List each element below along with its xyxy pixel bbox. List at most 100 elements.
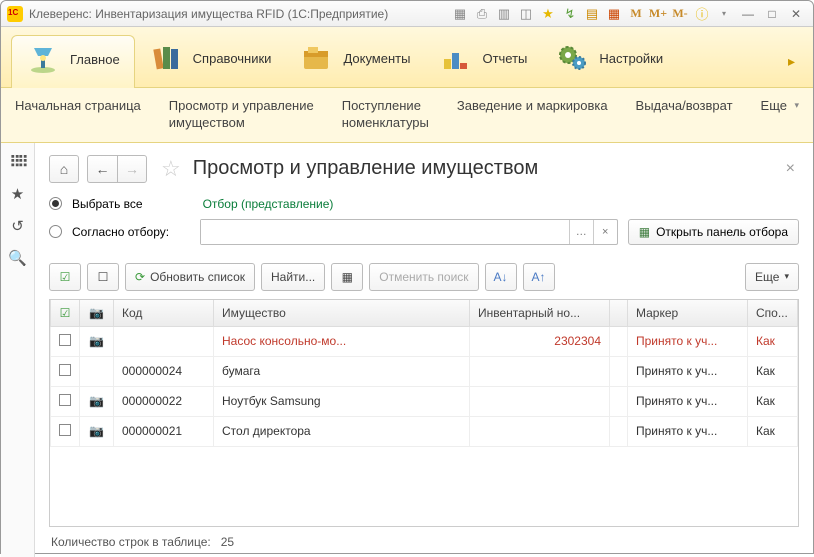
subnav-browse[interactable]: Просмотр и управление имуществом xyxy=(169,98,314,132)
tab-documents[interactable]: Документы xyxy=(285,35,424,87)
row-checkbox[interactable] xyxy=(59,424,71,436)
titlebar: Клеверенс: Инвентаризация имущества RFID… xyxy=(1,1,813,27)
row-name: Насос консольно-мо... xyxy=(214,326,470,356)
filter-input-group: … × xyxy=(200,219,618,245)
grid-header-row: ☑ 📷 Код Имущество Инвентарный но... Марк… xyxy=(51,300,798,327)
filter-area: Выбрать все Отбор (представление) Соглас… xyxy=(49,197,799,253)
toolbar-calc-icon[interactable]: ▤ xyxy=(583,5,601,23)
find-button[interactable]: Найти... xyxy=(261,263,325,291)
col-method[interactable]: Спо... xyxy=(748,300,798,327)
subnav-create[interactable]: Заведение и маркировка xyxy=(457,98,608,115)
row-inventory xyxy=(470,416,610,446)
sort-asc-button[interactable]: A↓ xyxy=(485,263,517,291)
table-row[interactable]: 000000024бумагаПринято к уч...Как xyxy=(51,356,798,386)
grid-settings-button[interactable]: ▦ xyxy=(331,263,363,291)
sort-desc-button[interactable]: A↑ xyxy=(523,263,555,291)
toolbar: ☑ ☐ ⟳ Обновить список Найти... ▦ Отменит… xyxy=(49,263,799,291)
row-marker: Принято к уч... xyxy=(628,326,748,356)
row-checkbox[interactable] xyxy=(59,334,71,346)
col-code[interactable]: Код xyxy=(114,300,214,327)
more-actions-button[interactable]: Еще ▾ xyxy=(745,263,799,291)
footer-label: Количество строк в таблице: xyxy=(51,535,211,549)
col-marker[interactable]: Маркер xyxy=(628,300,748,327)
row-code: 000000021 xyxy=(114,416,214,446)
filter-more-button[interactable]: … xyxy=(569,220,593,244)
toolbar-dropdown-icon[interactable]: ▾ xyxy=(715,5,733,23)
tab-references-label: Справочники xyxy=(193,51,272,66)
data-grid[interactable]: ☑ 📷 Код Имущество Инвентарный но... Марк… xyxy=(49,299,799,527)
toolbar-print-icon[interactable]: ⎙ xyxy=(473,5,491,23)
refresh-button[interactable]: ⟳ Обновить список xyxy=(125,263,255,291)
radio-by-filter-label: Согласно отбору: xyxy=(72,225,190,239)
col-inventory[interactable]: Инвентарный но... xyxy=(470,300,610,327)
refresh-icon: ⟳ xyxy=(135,270,145,284)
content-area: ⌂ ← → ☆ Просмотр и управление имуществом… xyxy=(35,143,813,557)
toolbar-mminus-icon[interactable]: M- xyxy=(671,5,689,23)
toolbar-link-icon[interactable]: ↯ xyxy=(561,5,579,23)
row-photo-cell[interactable]: 📷 xyxy=(80,326,114,356)
window-minimize-button[interactable]: — xyxy=(737,5,759,23)
favorites-icon[interactable]: ★ xyxy=(9,185,27,203)
toolbar-save-icon[interactable]: ▦ xyxy=(451,5,469,23)
toolbar-calendar-icon[interactable]: ▦ xyxy=(605,5,623,23)
tab-reports-label: Отчеты xyxy=(482,51,527,66)
page-title: Просмотр и управление имуществом xyxy=(193,157,539,180)
nav-forward-button[interactable]: → xyxy=(117,155,147,183)
search-icon[interactable]: 🔍 xyxy=(9,249,27,267)
radio-by-filter[interactable] xyxy=(49,225,62,238)
row-photo-cell[interactable]: 📷 xyxy=(80,416,114,446)
row-name: Ноутбук Samsung xyxy=(214,386,470,416)
filter-input[interactable] xyxy=(201,220,569,244)
subnav-home[interactable]: Начальная страница xyxy=(15,98,141,115)
toolbar-compare-icon[interactable]: ◫ xyxy=(517,5,535,23)
window-close-button[interactable]: ✕ xyxy=(785,5,807,23)
row-checkbox[interactable] xyxy=(59,364,71,376)
tab-settings[interactable]: Настройки xyxy=(541,35,677,87)
subnav-receipt[interactable]: Поступление номенклатуры xyxy=(342,98,429,132)
tab-main[interactable]: Главное xyxy=(11,35,135,88)
col-checkbox[interactable]: ☑ xyxy=(51,300,80,327)
history-icon[interactable]: ↺ xyxy=(9,217,27,235)
row-photo-cell[interactable]: 📷 xyxy=(80,386,114,416)
tab-reports[interactable]: Отчеты xyxy=(424,35,541,87)
apps-icon[interactable]: ⠿⠿ xyxy=(9,153,27,171)
cancel-search-button[interactable]: Отменить поиск xyxy=(369,263,478,291)
row-sep xyxy=(610,386,628,416)
tab-settings-label: Настройки xyxy=(599,51,663,66)
nav-back-button[interactable]: ← xyxy=(87,155,117,183)
col-name[interactable]: Имущество xyxy=(214,300,470,327)
toolbar-info-icon[interactable]: ⓘ xyxy=(693,5,711,23)
app-logo-icon xyxy=(7,6,23,22)
row-name: бумага xyxy=(214,356,470,386)
table-row[interactable]: 📷000000022Ноутбук SamsungПринято к уч...… xyxy=(51,386,798,416)
gears-icon xyxy=(555,43,589,73)
uncheck-all-button[interactable]: ☐ xyxy=(87,263,119,291)
window-maximize-button[interactable]: □ xyxy=(761,5,783,23)
toolbar-fav-icon[interactable]: ★ xyxy=(539,5,557,23)
row-name: Стол директора xyxy=(214,416,470,446)
table-row[interactable]: 📷Насос консольно-мо...2302304Принято к у… xyxy=(51,326,798,356)
radio-select-all[interactable] xyxy=(49,197,62,210)
chart-icon xyxy=(438,43,472,73)
table-row[interactable]: 📷000000021Стол директораПринято к уч...К… xyxy=(51,416,798,446)
subnav-more[interactable]: Еще xyxy=(761,98,799,113)
toolbar-mplus-icon[interactable]: M+ xyxy=(649,5,667,23)
subnav-issue[interactable]: Выдача/возврат xyxy=(636,98,733,115)
row-photo-cell[interactable] xyxy=(80,356,114,386)
filter-representation-link[interactable]: Отбор (представление) xyxy=(203,197,334,211)
row-method: Как xyxy=(748,356,798,386)
filter-clear-button[interactable]: × xyxy=(593,220,617,244)
toolbar-m-icon[interactable]: M xyxy=(627,5,645,23)
more-actions-label: Еще xyxy=(755,270,779,284)
home-button[interactable]: ⌂ xyxy=(49,155,79,183)
col-photo[interactable]: 📷 xyxy=(80,300,114,327)
open-filter-panel-button[interactable]: ▦ Открыть панель отбора xyxy=(628,219,799,245)
tabs-more-icon[interactable]: ▸ xyxy=(780,53,803,70)
footer-count: 25 xyxy=(221,535,234,549)
page-close-button[interactable]: × xyxy=(782,160,799,178)
favorite-toggle-icon[interactable]: ☆ xyxy=(161,156,181,182)
toolbar-doc-icon[interactable]: ▥ xyxy=(495,5,513,23)
row-checkbox[interactable] xyxy=(59,394,71,406)
tab-references[interactable]: Справочники xyxy=(135,35,286,87)
check-all-button[interactable]: ☑ xyxy=(49,263,81,291)
